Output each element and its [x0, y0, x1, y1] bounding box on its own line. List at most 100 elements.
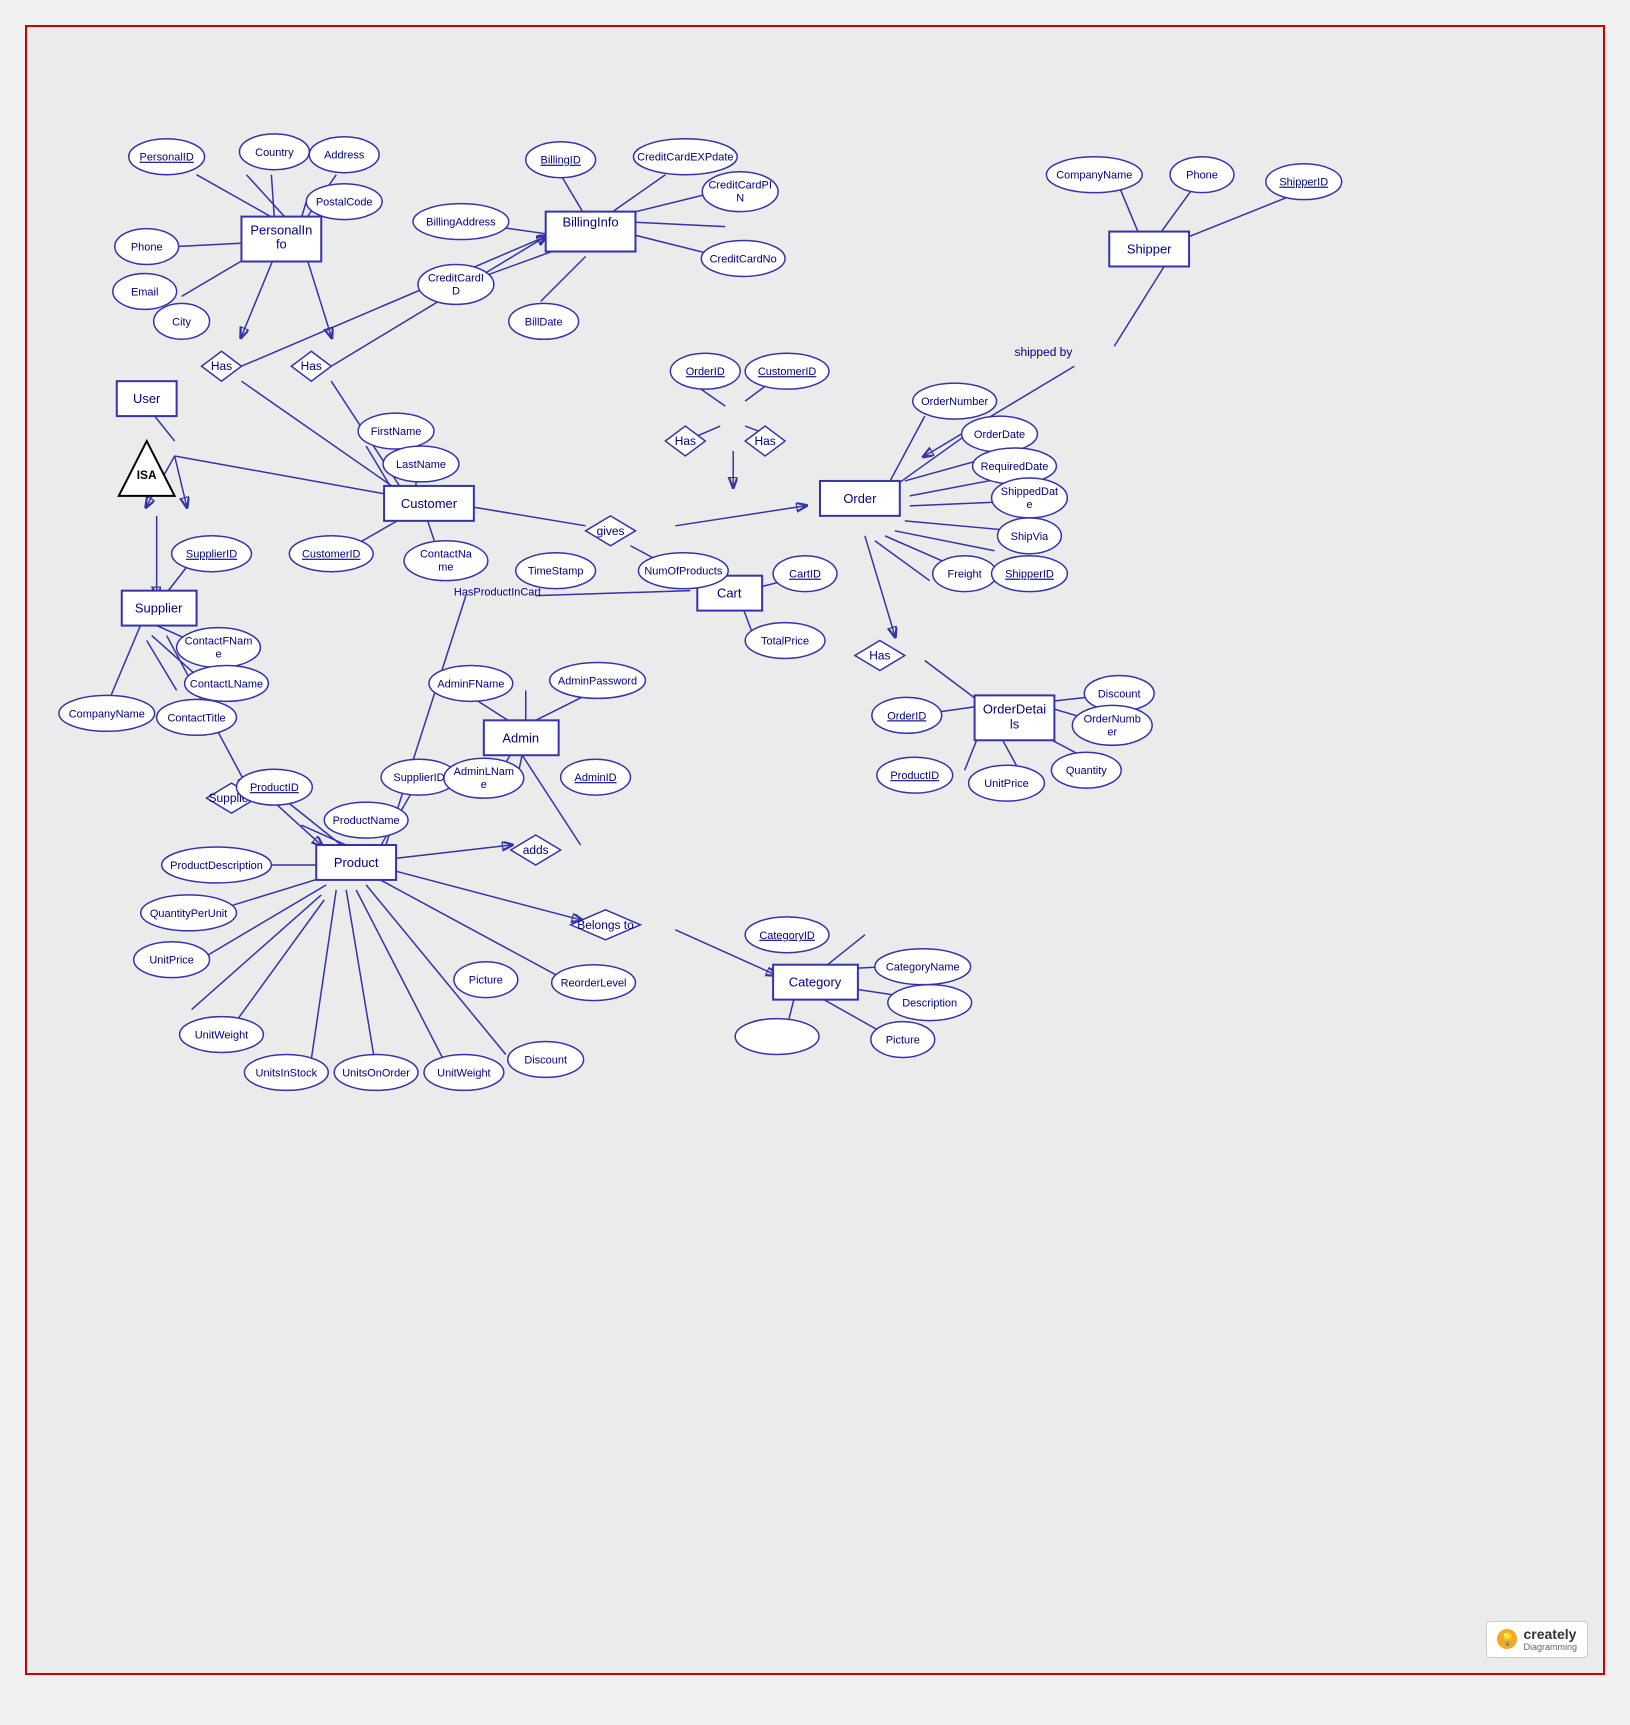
attr-adminfname: AdminFName	[429, 665, 513, 701]
rel-gives: gives	[586, 516, 636, 546]
attr-unitweight-product-label: UnitWeight	[195, 1030, 248, 1042]
entity-personalinfo: PersonalIn fo	[241, 217, 321, 262]
attr-description-cat: Description	[888, 985, 972, 1021]
attr-unitprice-product: UnitPrice	[134, 942, 210, 978]
attr-companyname-shipper-label: CompanyName	[1056, 170, 1132, 182]
attr-contacttitle-label: ContactTitle	[168, 712, 226, 724]
attr-requireddate: RequiredDate	[973, 448, 1057, 484]
entity-shipper: Shipper	[1109, 232, 1189, 267]
attr-email: Email	[113, 273, 177, 309]
attr-creditcardexpdate-label: CreditCardEXPdate	[637, 152, 733, 164]
rel-has-billing-right-label: Has	[754, 434, 775, 448]
attr-email-label: Email	[131, 286, 158, 298]
isa-label: ISA	[137, 468, 157, 482]
attr-contactlname-label: ContactLName	[190, 678, 263, 690]
attr-creditcardpin-label1: CreditCardPI	[708, 180, 771, 192]
attr-lastname-label: LastName	[396, 459, 446, 471]
rel-hasproductincart-label: HasProductInCart	[454, 587, 541, 599]
attr-ordernumber-od-label1: OrderNumb	[1084, 713, 1141, 725]
attr-contacttitle: ContactTitle	[157, 699, 237, 735]
attr-productname: ProductName	[324, 802, 408, 838]
attr-cartid: CartID	[773, 556, 837, 592]
attr-personalid-label: PersonalID	[140, 152, 194, 164]
attr-productdescription: ProductDescription	[162, 847, 272, 883]
rel-has-billing-right: Has	[745, 426, 785, 456]
entity-admin: Admin	[484, 720, 559, 755]
attr-adminfname-label: AdminFName	[437, 678, 504, 690]
attr-reorderlevel-label: ReorderLevel	[561, 978, 627, 990]
attr-unitweight2: UnitWeight	[424, 1054, 504, 1090]
attr-phone-personal: Phone	[115, 229, 179, 265]
entity-cart-label: Cart	[717, 586, 742, 601]
attr-requireddate-label: RequiredDate	[981, 461, 1049, 473]
attr-adminid-label: AdminID	[575, 772, 617, 784]
entity-supplier: Supplier	[122, 591, 197, 626]
attr-billingid-label: BillingID	[541, 155, 581, 167]
attr-picture-cat: Picture	[871, 1022, 935, 1058]
attr-supplierid-product-label: SupplierID	[393, 772, 444, 784]
attr-adminlname: AdminLNam e	[444, 758, 524, 798]
attr-numofproducts: NumOfProducts	[638, 553, 728, 589]
attr-city-label: City	[172, 316, 191, 328]
attr-productid-od: ProductID	[877, 757, 953, 793]
entity-category: Category	[773, 965, 858, 1000]
attr-creditcardd-label2: D	[452, 285, 460, 297]
entity-supplier-label: Supplier	[135, 601, 183, 616]
rel-has-orderdetails: Has	[855, 641, 905, 671]
attr-contactfname: ContactFNam e	[177, 628, 261, 668]
attr-freight: Freight	[933, 556, 997, 592]
rel-has-billing-left: Has	[665, 426, 705, 456]
attr-creditcardno-label: CreditCardNo	[710, 253, 777, 265]
attr-companyname-supplier-label: CompanyName	[69, 708, 145, 720]
attr-orderid-order-label: OrderID	[686, 366, 725, 378]
attr-phone-shipper: Phone	[1170, 157, 1234, 193]
attr-picture-product: Picture	[454, 962, 518, 998]
entity-customer-label: Customer	[401, 496, 458, 511]
attr-city: City	[154, 303, 210, 339]
attr-address-label: Address	[324, 150, 365, 162]
attr-categoryname-label: CategoryName	[886, 962, 960, 974]
entity-user: User	[117, 381, 177, 416]
attr-shippeddate-label2: e	[1026, 499, 1032, 511]
entity-billinginfo-label: BillingInfo	[562, 215, 618, 230]
diagram-container: PersonalIn fo BillingInfo Customer Order…	[25, 25, 1605, 1675]
attr-unitsinstock-label: UnitsInStock	[256, 1067, 318, 1079]
attr-orderid-od-label: OrderID	[887, 710, 926, 722]
attr-adminpassword: AdminPassword	[550, 662, 646, 698]
entity-category-label: Category	[789, 975, 842, 990]
attr-lastname: LastName	[383, 446, 459, 482]
attr-picture-cat-label: Picture	[886, 1035, 920, 1047]
attr-shipvia: ShipVia	[998, 518, 1062, 554]
attr-discount-product-label: Discount	[524, 1054, 567, 1066]
attr-productdescription-label: ProductDescription	[170, 860, 263, 872]
rel-belongsto-label: Belongs to	[577, 918, 634, 932]
attr-shipperid-order-label: ShipperID	[1005, 569, 1054, 581]
attr-unitweight-product: UnitWeight	[180, 1017, 264, 1053]
attr-quantity-label: Quantity	[1066, 765, 1107, 777]
rel-has-orderdetails-label: Has	[869, 648, 890, 662]
attr-phone-shipper-label: Phone	[1186, 170, 1218, 182]
attr-unitsonorder-label: UnitsOnOrder	[342, 1067, 410, 1079]
attr-timestamp: TimeStamp	[516, 553, 596, 589]
attr-creditcardexpdate: CreditCardEXPdate	[633, 139, 737, 175]
attr-customerid-order: CustomerID	[745, 353, 829, 389]
attr-creditcardd: CreditCardI D	[418, 264, 494, 304]
entity-order-label: Order	[843, 491, 877, 506]
attr-unitprice-product-label: UnitPrice	[149, 955, 194, 967]
attr-customerid-order-label: CustomerID	[758, 366, 817, 378]
attr-productid-od-label: ProductID	[890, 770, 939, 782]
attr-orderid-order: OrderID	[670, 353, 740, 389]
watermark-icon: 💡	[1497, 1629, 1517, 1649]
attr-totalprice-label: TotalPrice	[761, 636, 809, 648]
attr-quantityperunit: QuantityPerUnit	[141, 895, 237, 931]
attr-totalprice: TotalPrice	[745, 623, 825, 659]
rel-adds-label: adds	[523, 843, 549, 857]
attr-orderid-od: OrderID	[872, 697, 942, 733]
attr-personalid: PersonalID	[129, 139, 205, 175]
attr-billingaddress-label: BillingAddress	[426, 217, 496, 229]
attr-billdate-label: BillDate	[525, 316, 563, 328]
attr-contactname: ContactNa me	[404, 541, 488, 581]
attr-quantityperunit-label: QuantityPerUnit	[150, 908, 227, 920]
svg-text:ls: ls	[1010, 716, 1020, 731]
watermark: 💡 creately Diagramming	[1486, 1621, 1588, 1658]
